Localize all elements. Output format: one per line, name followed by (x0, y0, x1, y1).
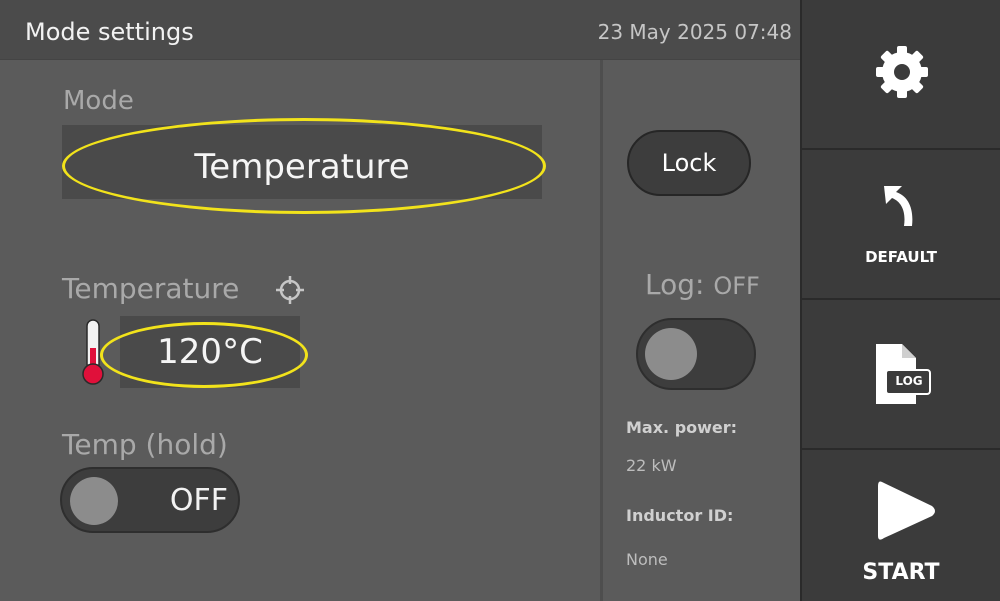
inductor-id-value: None (626, 550, 668, 569)
log-state: OFF (713, 272, 760, 300)
log-file-button[interactable]: LOG (800, 300, 1000, 450)
log-label: Log: (645, 268, 705, 301)
log-icon-text: LOG (895, 374, 923, 388)
default-button[interactable]: DEFAULT (800, 150, 1000, 300)
log-status: Log: OFF (645, 268, 760, 301)
settings-button[interactable] (800, 0, 1000, 150)
temperature-highlight-ring (100, 322, 308, 388)
temperature-label: Temperature (62, 272, 240, 305)
header-bar: Mode settings 23 May 2025 07:48 (0, 0, 800, 60)
action-sidebar: DEFAULT LOG START (800, 0, 1000, 601)
default-label: DEFAULT (865, 248, 937, 266)
play-icon (872, 478, 942, 544)
mode-highlight-ring (62, 118, 546, 214)
return-arrow-icon (878, 180, 926, 230)
inductor-id-label: Inductor ID: (626, 506, 734, 525)
log-toggle[interactable] (636, 318, 756, 390)
temp-hold-toggle[interactable]: OFF (60, 467, 240, 533)
temp-hold-state: OFF (169, 483, 228, 518)
temp-hold-label: Temp (hold) (62, 428, 228, 461)
log-toggle-knob (645, 328, 697, 380)
main-panel: Mode Temperature Temperature 120°C Temp … (0, 60, 600, 601)
max-power-value: 22 kW (626, 456, 677, 475)
crosshair-icon[interactable] (274, 274, 306, 306)
lock-button[interactable]: Lock (627, 130, 751, 196)
temp-hold-toggle-knob (70, 477, 118, 525)
log-file-icon: LOG (872, 340, 934, 410)
gear-icon (872, 42, 932, 102)
start-label: START (862, 560, 940, 585)
start-button[interactable]: START (800, 450, 1000, 601)
datetime-display: 23 May 2025 07:48 (597, 20, 792, 44)
max-power-label: Max. power: (626, 418, 738, 437)
page-title: Mode settings (25, 18, 194, 46)
mode-label: Mode (63, 86, 134, 116)
